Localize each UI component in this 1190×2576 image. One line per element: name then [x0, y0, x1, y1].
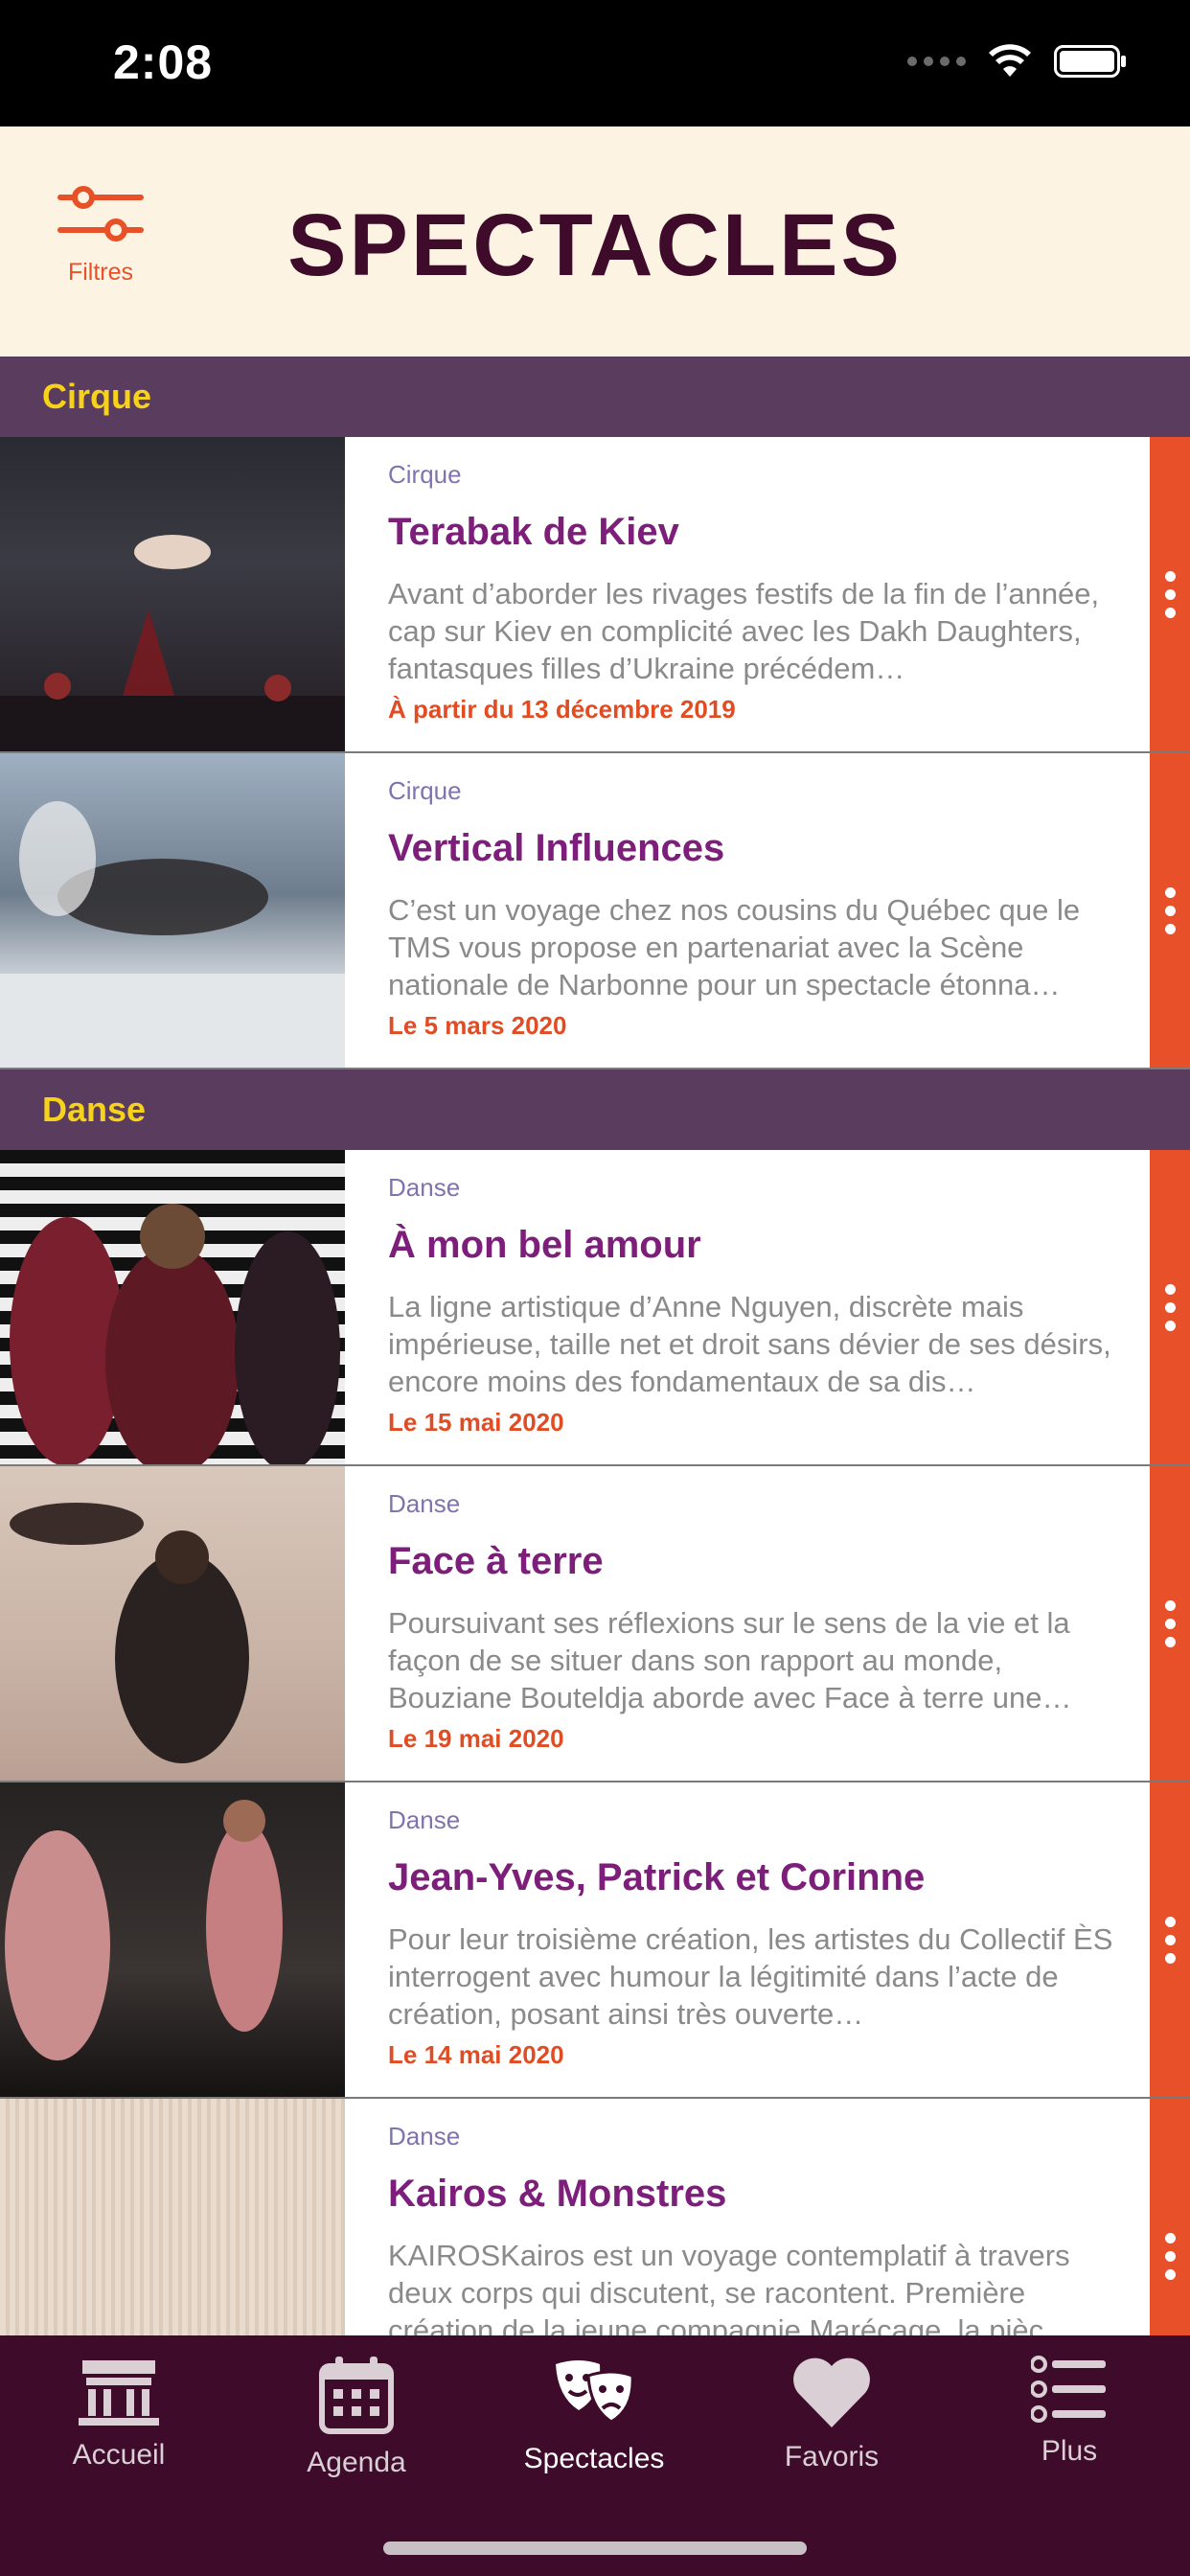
show-title: Face à terre [388, 1540, 604, 1582]
show-thumbnail [0, 437, 345, 751]
section-header-danse: Danse [0, 1070, 1190, 1150]
tab-label: Agenda [307, 2447, 406, 2478]
show-more-button[interactable] [1150, 437, 1190, 751]
show-description: C’est un voyage chez nos cousins du Québ… [388, 893, 1081, 1001]
show-title: Kairos & Monstres [388, 2173, 727, 2215]
show-card[interactable]: Cirque Vertical Influences C’est un voya… [0, 753, 1190, 1070]
show-thumbnail [0, 2099, 345, 2335]
show-category: Danse [388, 1806, 461, 1834]
show-description: La ligne artistique d’Anne Nguyen, discr… [388, 1290, 1111, 1398]
show-card[interactable]: Danse Jean-Yves, Patrick et Corinne Pour… [0, 1782, 1190, 2099]
status-icons [907, 44, 1127, 79]
show-date: Le 14 mai 2020 [388, 2040, 564, 2069]
show-category: Danse [388, 1489, 461, 1518]
show-more-button[interactable] [1150, 1150, 1190, 1464]
show-category: Danse [388, 2122, 461, 2150]
show-date: Le 19 mai 2020 [388, 1724, 564, 1753]
show-title: À mon bel amour [388, 1224, 701, 1266]
show-more-button[interactable] [1150, 1782, 1190, 2097]
calendar-icon [319, 2357, 394, 2434]
show-card[interactable]: Danse À mon bel amour La ligne artistiqu… [0, 1150, 1190, 1466]
show-description: Poursuivant ses réflexions sur le sens d… [388, 1606, 1072, 1714]
tab-label: Favoris [784, 2441, 880, 2472]
more-dots-icon [1164, 1599, 1176, 1647]
show-title: Jean-Yves, Patrick et Corinne [388, 1856, 926, 1898]
wifi-icon [989, 44, 1031, 77]
show-date: À partir du 13 décembre 2019 [388, 695, 736, 724]
tab-agenda[interactable]: Agenda [238, 2355, 475, 2479]
more-dots-icon [1164, 886, 1176, 934]
show-description: Avant d’aborder les rivages festifs de l… [388, 577, 1100, 685]
status-bar: 2:08 [0, 0, 1190, 126]
show-category: Cirque [388, 460, 462, 489]
app-header: Filtres SPECTACLES [0, 126, 1190, 356]
home-indicator [383, 2542, 807, 2555]
show-more-button[interactable] [1150, 1466, 1190, 1781]
tab-label: Spectacles [523, 2443, 665, 2474]
more-dots-icon [1164, 570, 1176, 618]
show-card[interactable]: Cirque Terabak de Kiev Avant d’aborder l… [0, 437, 1190, 753]
show-description: KAIROSKairos est un voyage contemplatif … [388, 2239, 1074, 2335]
show-card[interactable]: Danse Kairos & Monstres KAIROSKairos est… [0, 2099, 1190, 2335]
tab-label: Accueil [72, 2439, 166, 2471]
section-header-cirque: Cirque [0, 356, 1190, 437]
heart-icon [793, 2358, 870, 2427]
show-date: Le 15 mai 2020 [388, 1408, 564, 1437]
show-more-button[interactable] [1150, 753, 1190, 1068]
show-category: Danse [388, 1173, 461, 1202]
theater-building-icon [79, 2360, 159, 2426]
show-thumbnail [0, 1466, 345, 1781]
tab-accueil[interactable]: Accueil [0, 2355, 238, 2472]
tab-bar: Accueil Agenda Spectacles Favoris Plus [0, 2335, 1190, 2576]
show-thumbnail [0, 1782, 345, 2097]
status-time: 2:08 [113, 35, 214, 89]
theater-masks-icon [556, 2360, 634, 2424]
more-dots-icon [1164, 2232, 1176, 2280]
tab-spectacles[interactable]: Spectacles [475, 2355, 713, 2475]
show-description: Pour leur troisième création, les artist… [388, 1922, 1113, 2031]
show-date: Le 5 mars 2020 [388, 1011, 567, 1040]
show-title: Vertical Influences [388, 827, 725, 869]
more-dots-icon [1164, 1916, 1176, 1964]
tab-label: Plus [1041, 2435, 1098, 2467]
tab-plus[interactable]: Plus [950, 2355, 1188, 2468]
show-thumbnail [0, 753, 345, 1068]
show-title: Terabak de Kiev [388, 511, 679, 553]
more-dots-icon [1164, 1283, 1176, 1331]
show-card[interactable]: Danse Face à terre Poursuivant ses réfle… [0, 1466, 1190, 1782]
battery-icon [1054, 45, 1126, 78]
show-thumbnail [0, 1150, 345, 1464]
shows-list[interactable]: Cirque Cirque Terabak de Kiev Avant d’ab… [0, 356, 1190, 2335]
page-title: SPECTACLES [287, 196, 903, 294]
tab-favoris[interactable]: Favoris [713, 2355, 950, 2473]
show-category: Cirque [388, 776, 462, 805]
cellular-signal-icon [907, 57, 966, 66]
list-icon [1031, 2356, 1106, 2423]
show-more-button[interactable] [1150, 2099, 1190, 2335]
